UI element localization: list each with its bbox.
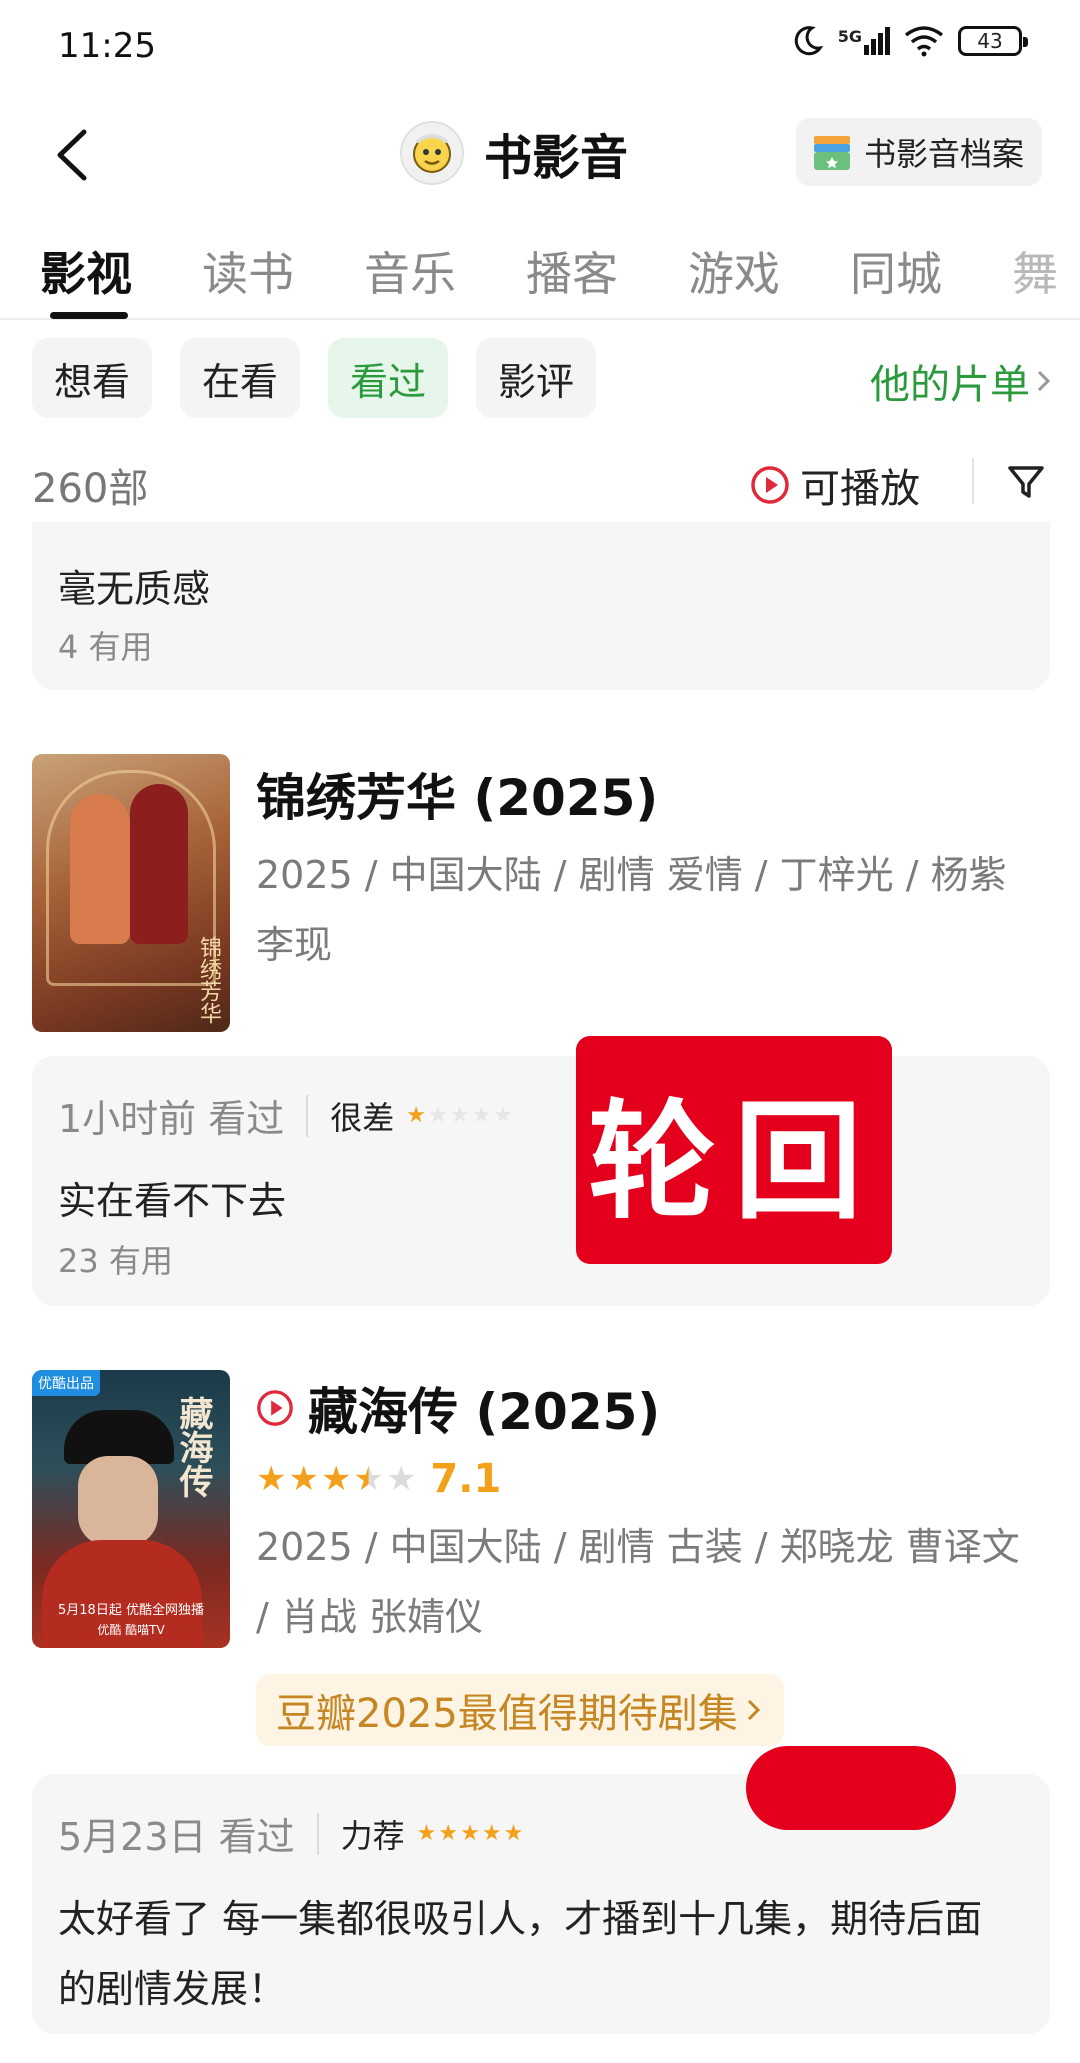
rating-stars: ★ ★ ★ ★ ★ xyxy=(406,1103,513,1128)
review-text: 太好看了 每一集都很吸引人，才播到十几集，期待后面的剧情发展！ xyxy=(58,1897,983,2011)
poster-image[interactable]: 优酷出品 藏海传 5月18日起 优酷全网独播 优酷 酷喵TV xyxy=(32,1370,230,1648)
star-icon: ★ xyxy=(493,1103,513,1128)
network-type: 5G xyxy=(837,27,862,46)
his-list-label: 他的片单 xyxy=(870,362,1030,408)
rating-score: 7.1 xyxy=(430,1456,502,1502)
back-arrow-icon[interactable] xyxy=(40,120,110,190)
tab-games[interactable]: 游戏 xyxy=(688,238,780,304)
review-card: 毫无质感 4 有用 xyxy=(32,522,1050,690)
status-time: 11:25 xyxy=(58,26,156,66)
tab-film[interactable]: 影视 xyxy=(40,238,132,304)
archive-box-icon xyxy=(813,136,850,170)
star-icon: ★ xyxy=(460,1821,480,1846)
filter-bar: 想看 在看 看过 影评 他的片单 xyxy=(0,338,1080,420)
playable-label: 可播放 xyxy=(800,466,920,512)
star-icon: ★ xyxy=(320,1459,352,1499)
tab-dance[interactable]: 舞 xyxy=(1012,238,1080,304)
play-circle-icon xyxy=(751,466,789,504)
star-icon: ★ xyxy=(503,1821,524,1846)
status-bar: 11:25 5G 43 xyxy=(0,0,1080,90)
item-count: 260部 xyxy=(32,466,149,512)
filter-want[interactable]: 想看 xyxy=(32,338,153,418)
tab-podcast[interactable]: 播客 xyxy=(526,238,618,304)
play-circle-icon xyxy=(257,1390,293,1426)
star-icon: ★ xyxy=(406,1103,427,1128)
poster-frame xyxy=(46,770,216,986)
poster-title: 藏海传 xyxy=(173,1396,213,1498)
count-row: 260部 可播放 xyxy=(0,450,1080,520)
movie-title[interactable]: 藏海传 (2025) xyxy=(256,1372,660,1444)
poster-figure xyxy=(78,1456,158,1546)
star-icon: ★ xyxy=(288,1459,319,1499)
divider xyxy=(316,1812,319,1855)
header: 书影音 书影音档案 xyxy=(0,100,1080,210)
filter-watched[interactable]: 看过 xyxy=(328,338,449,418)
cartoon-face-icon xyxy=(413,134,451,173)
rating-row: ★ ★ ★ ★ ★ 7.1 xyxy=(256,1456,501,1502)
review-meta: 5月23日 看过 力荐 ★ ★ ★ ★ ★ xyxy=(58,1806,523,1861)
star-icon: ★ xyxy=(416,1821,437,1846)
rating-word: 很差 xyxy=(330,1098,395,1137)
battery-level: 43 xyxy=(977,29,1003,53)
filter-watching[interactable]: 在看 xyxy=(180,338,301,418)
review-text: 毫无质感 xyxy=(58,567,211,611)
review-card: 1小时前 看过 很差 ★ ★ ★ ★ ★ 实在看不下去 23 有用 xyxy=(32,1056,1050,1306)
divider xyxy=(972,458,974,504)
battery-icon: 43 xyxy=(958,26,1028,56)
movie-title-text: 锦绣芳华 (2025) xyxy=(256,769,659,827)
review-time: 1小时前 看过 xyxy=(58,1097,285,1141)
signal-icon: 5G xyxy=(838,27,890,55)
star-icon: ★ xyxy=(481,1821,502,1846)
star-icon: ★ xyxy=(449,1103,470,1128)
chevron-right-icon xyxy=(747,1699,760,1721)
moon-icon xyxy=(794,26,823,56)
helpful-count[interactable]: 4 有用 xyxy=(58,622,153,668)
star-icon: ★ xyxy=(385,1459,417,1499)
rating-word: 力荐 xyxy=(340,1816,405,1855)
movie-info: 2025 / 中国大陆 / 剧情 古装 / 郑晓龙 曹译文 / 肖战 张婧仪 xyxy=(256,1525,1020,1639)
status-icons: 5G 43 xyxy=(790,24,1028,58)
movie-info: 2025 / 中国大陆 / 剧情 爱情 / 丁梓光 / 杨紫 李现 xyxy=(256,853,1007,967)
star-icon: ★ xyxy=(353,1459,384,1499)
overlay-sticker: 轮回 xyxy=(576,1036,892,1264)
poster-caption: 锦绣芳华 xyxy=(196,936,221,1024)
redaction-mark xyxy=(746,1746,956,1830)
ranking-banner[interactable]: 豆瓣2025最值得期待剧集 xyxy=(256,1674,784,1746)
helpful-count[interactable]: 23 有用 xyxy=(58,1236,173,1282)
tab-books[interactable]: 读书 xyxy=(202,238,294,304)
star-icon: ★ xyxy=(438,1821,459,1846)
poster-badge: 优酷出品 xyxy=(32,1370,100,1396)
filter-funnel-icon[interactable] xyxy=(1004,460,1048,504)
rating-stars: ★ ★ ★ ★ ★ xyxy=(256,1459,416,1499)
poster-date: 5月18日起 优酷全网独播 xyxy=(58,1603,204,1618)
playable-toggle[interactable]: 可播放 xyxy=(750,456,920,514)
archive-label: 书影音档案 xyxy=(863,135,1024,173)
tab-music[interactable]: 音乐 xyxy=(364,238,456,304)
poster-platforms: 优酷 酷喵TV xyxy=(97,1623,165,1637)
page-title: 书影音 xyxy=(484,130,629,186)
review-time: 5月23日 看过 xyxy=(58,1815,295,1859)
star-icon: ★ xyxy=(471,1103,492,1128)
movie-title-text: 藏海传 (2025) xyxy=(308,1383,661,1441)
poster-image[interactable]: 锦绣芳华 xyxy=(32,754,230,1032)
ranking-banner-label: 豆瓣2025最值得期待剧集 xyxy=(276,1691,738,1737)
his-list-link[interactable]: 他的片单 xyxy=(870,352,1054,410)
category-tabs: 影视 读书 音乐 播客 游戏 同城 舞 xyxy=(0,228,1080,320)
active-tab-indicator xyxy=(50,312,128,319)
chevron-right-icon xyxy=(1037,370,1051,392)
wifi-icon xyxy=(904,26,944,57)
title-wrap: 书影音 xyxy=(400,118,628,188)
star-icon: ★ xyxy=(256,1459,287,1499)
rating-stars: ★ ★ ★ ★ ★ xyxy=(417,1821,524,1846)
movie-title[interactable]: 锦绣芳华 (2025) xyxy=(256,758,658,830)
review-meta: 1小时前 看过 很差 ★ ★ ★ ★ ★ xyxy=(58,1088,513,1143)
filter-reviews[interactable]: 影评 xyxy=(476,338,597,418)
divider xyxy=(306,1094,309,1137)
star-icon: ★ xyxy=(428,1103,448,1128)
archive-button[interactable]: 书影音档案 xyxy=(795,118,1042,186)
review-text: 实在看不下去 xyxy=(58,1179,287,1223)
tab-local[interactable]: 同城 xyxy=(850,238,942,304)
avatar xyxy=(400,121,464,185)
